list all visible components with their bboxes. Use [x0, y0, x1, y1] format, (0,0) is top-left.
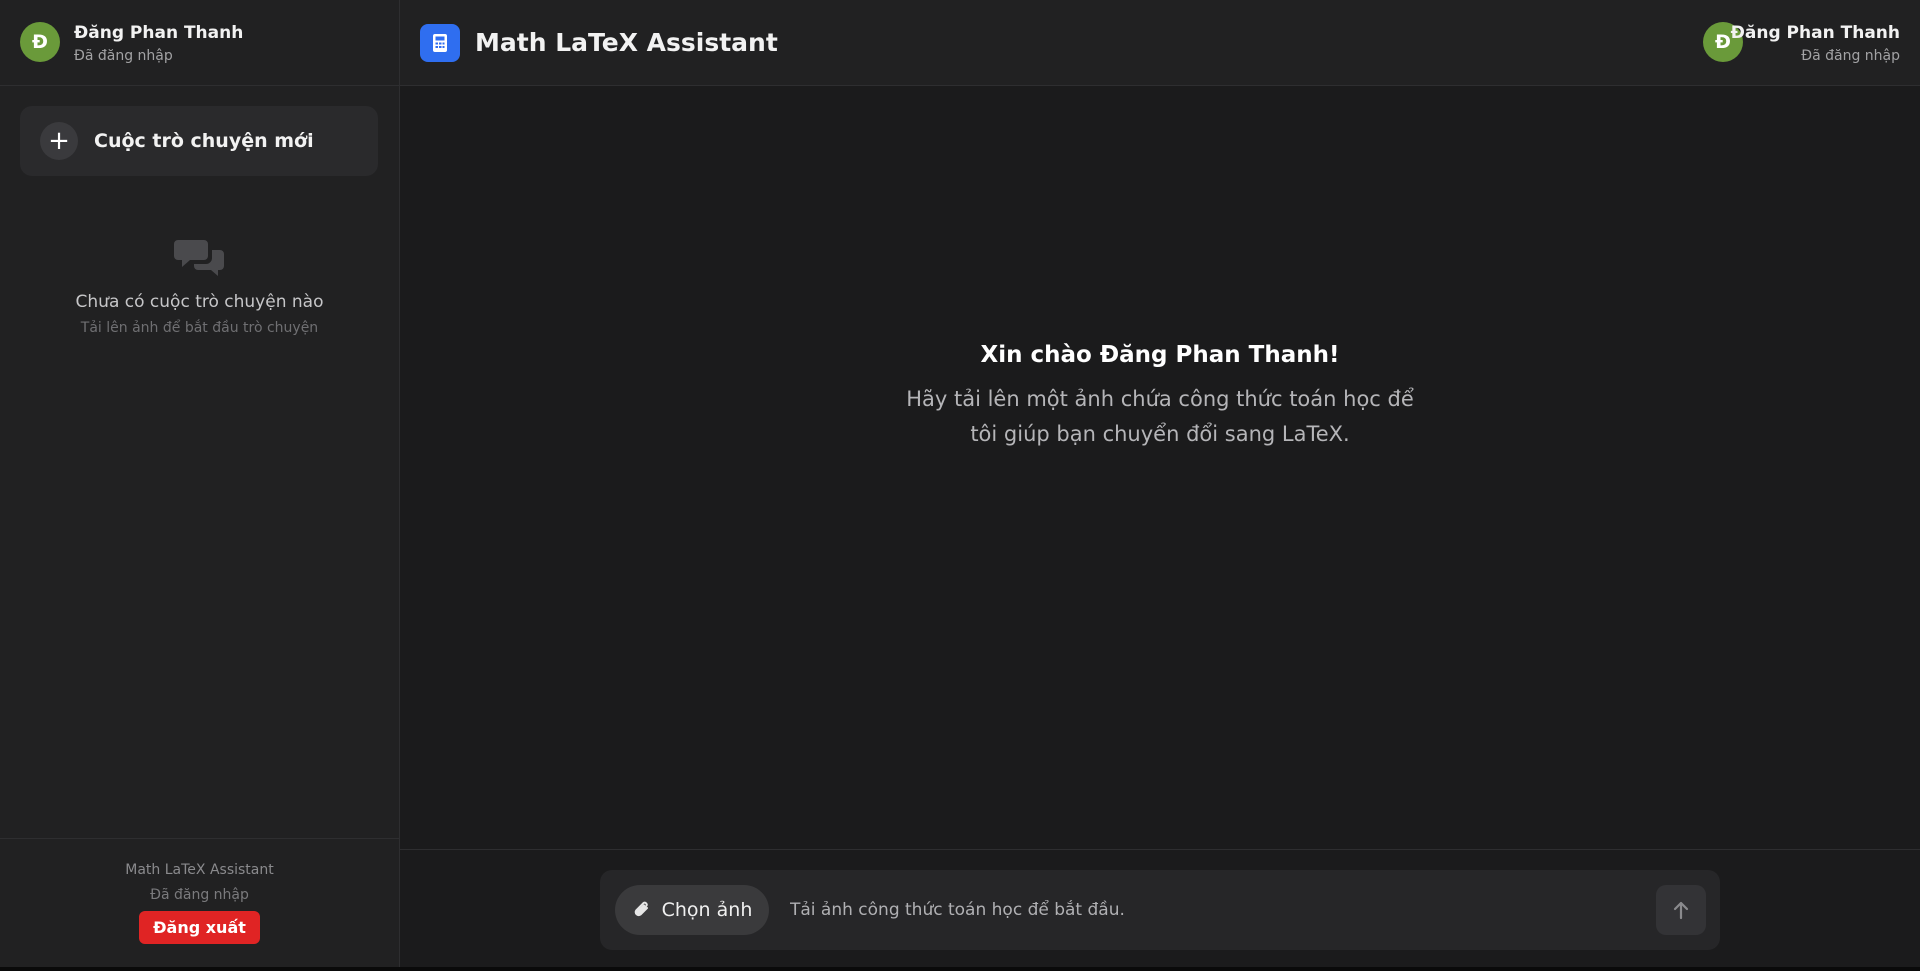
- footer-status: Đã đăng nhập: [150, 887, 249, 903]
- choose-image-label: Chọn ảnh: [661, 899, 753, 921]
- sidebar: Đ Đăng Phan Thanh Đã đăng nhập + Cuộc tr…: [0, 0, 400, 967]
- plus-icon: +: [40, 122, 78, 160]
- composer-area: Chọn ảnh: [400, 849, 1920, 967]
- user-status: Đã đăng nhập: [74, 48, 173, 64]
- composer: Chọn ảnh: [600, 870, 1720, 950]
- empty-subtitle: Tải lên ảnh để bắt đầu trò chuyện: [80, 320, 319, 336]
- avatar: Đ: [20, 22, 60, 62]
- sidebar-user-profile: Đ Đăng Phan Thanh Đã đăng nhập: [0, 0, 399, 86]
- main-panel: Math LaTeX Assistant Đ Đăng Phan Thanh Đ…: [400, 0, 1920, 967]
- arrow-up-icon: [1673, 901, 1689, 920]
- paperclip-icon: [634, 901, 648, 917]
- header-user-name: Đăng Phan Thanh: [1730, 23, 1900, 43]
- welcome-body: Hãy tải lên một ảnh chứa công thức toán …: [906, 387, 1414, 446]
- empty-title: Chưa có cuộc trò chuyện nào: [75, 292, 324, 312]
- footer-app-name: Math LaTeX Assistant: [125, 862, 274, 878]
- calculator-icon: [420, 24, 460, 62]
- chat-bubbles-icon: [173, 240, 224, 276]
- top-header: Math LaTeX Assistant Đ Đăng Phan Thanh Đ…: [400, 0, 1920, 86]
- sidebar-footer: Math LaTeX Assistant Đã đăng nhập Đăng x…: [0, 838, 399, 967]
- header-user-status: Đã đăng nhập: [1801, 48, 1900, 64]
- app-title: Math LaTeX Assistant: [475, 28, 778, 57]
- message-input[interactable]: [790, 890, 1590, 930]
- new-chat-label: Cuộc trò chuyện mới: [94, 130, 314, 152]
- choose-image-button[interactable]: Chọn ảnh: [615, 885, 769, 935]
- welcome-title: Xin chào Đăng Phan Thanh!: [980, 342, 1340, 368]
- welcome-message: Xin chào Đăng Phan Thanh! Hãy tải lên mộ…: [400, 342, 1920, 452]
- user-name: Đăng Phan Thanh: [74, 23, 244, 43]
- empty-conversations: Chưa có cuộc trò chuyện nào Tải lên ảnh …: [0, 236, 399, 336]
- window-bottom-edge: [0, 967, 1920, 971]
- send-button[interactable]: [1656, 885, 1706, 935]
- logout-button[interactable]: Đăng xuất: [139, 911, 260, 944]
- new-chat-button[interactable]: + Cuộc trò chuyện mới: [20, 106, 378, 176]
